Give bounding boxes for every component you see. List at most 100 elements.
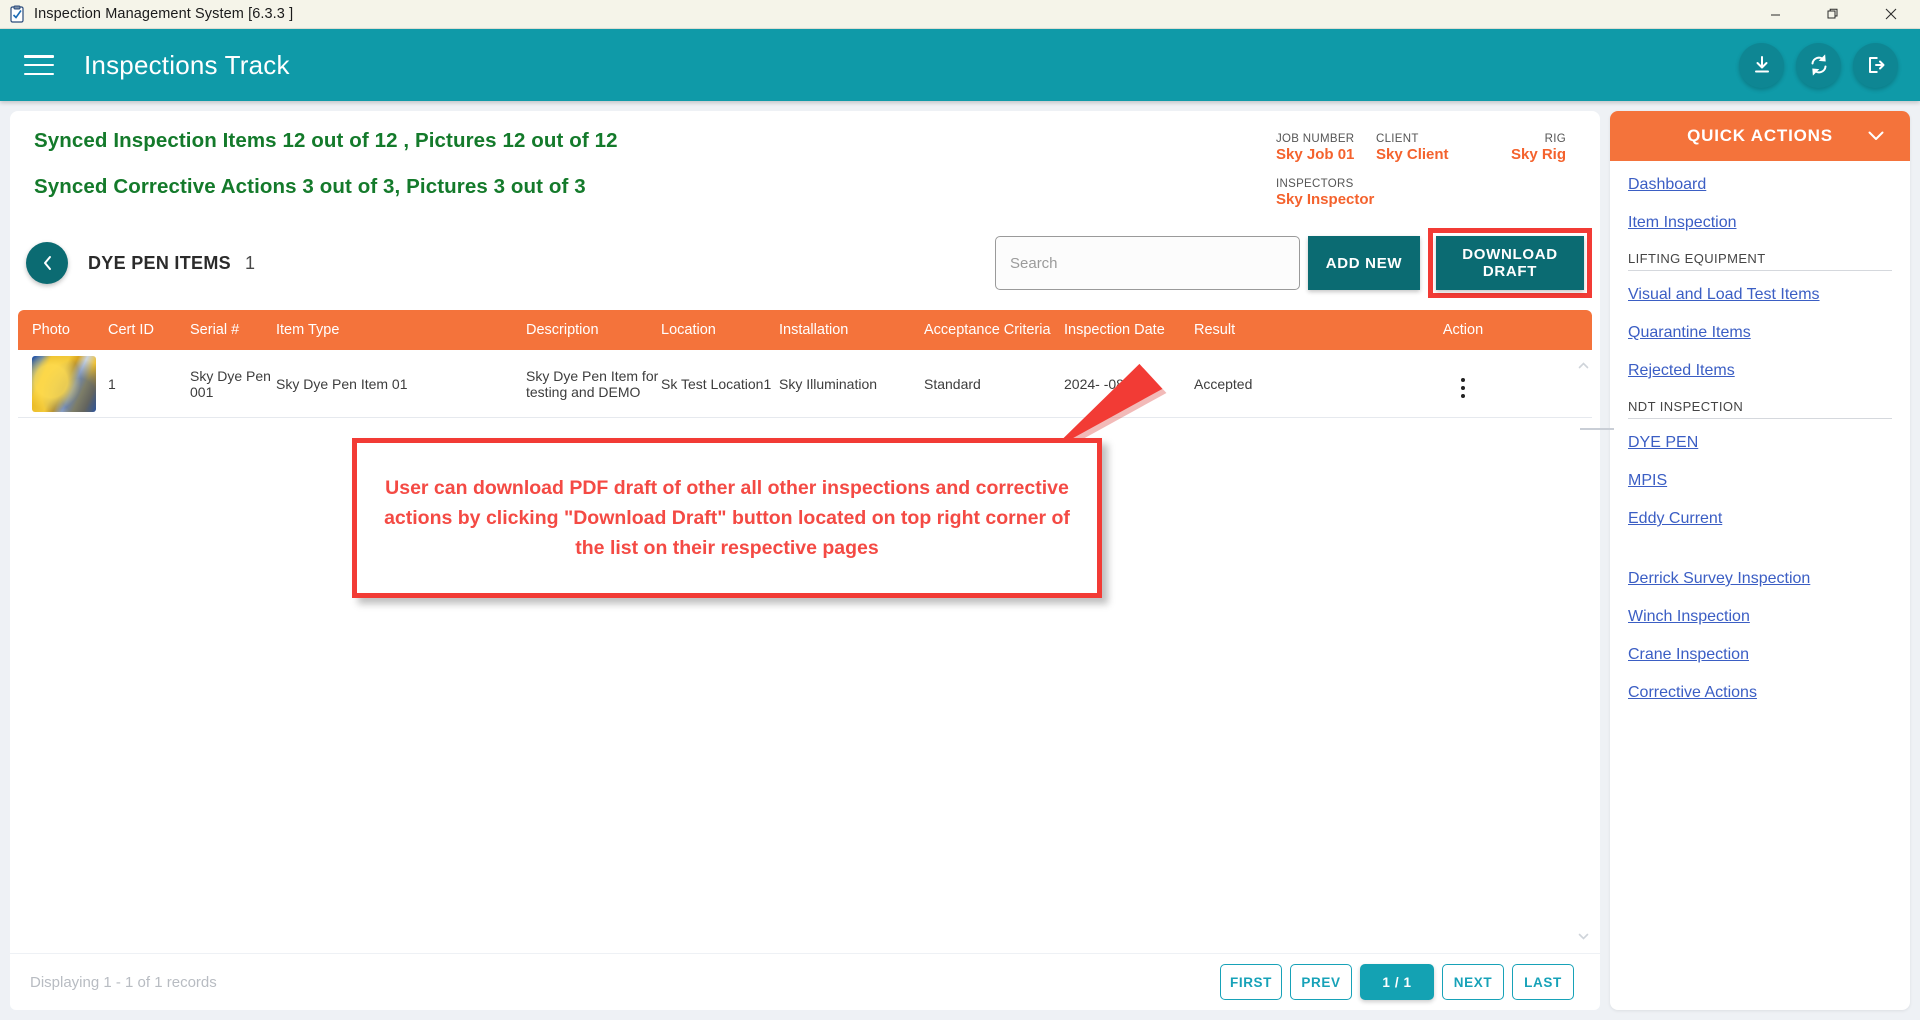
annotation-callout: User can download PDF draft of other all… [352,438,1102,598]
client-cell: CLIENT Sky Client [1376,133,1468,163]
table-row[interactable]: 1 Sky Dye Pen 001 Sky Dye Pen Item 01 Sk… [18,350,1592,418]
table-header-row: Photo Cert ID Serial # Item Type Descrip… [18,310,1592,350]
scroll-up-arrow[interactable] [1572,354,1594,376]
job-number-value: Sky Job 01 [1276,146,1355,163]
list-count: 1 [244,252,255,273]
sidebar-item-mpis[interactable]: MPIS [1628,471,1892,491]
sidebar-item-rejected-items[interactable]: Rejected Items [1628,361,1892,381]
row-serial: Sky Dye Pen 001 [190,367,271,400]
pagination-current-page[interactable]: 1 / 1 [1360,964,1434,1000]
search-input[interactable] [995,236,1300,290]
kebab-menu-icon[interactable] [1460,377,1466,398]
list-heading: DYE PEN ITEMS [88,252,231,273]
add-new-button[interactable]: ADD NEW [1308,236,1420,290]
hamburger-menu-icon[interactable] [22,52,56,78]
quick-actions-header[interactable]: QUICK ACTIONS [1610,111,1910,161]
row-acceptance-criteria: Standard [924,375,981,392]
rig-cell: RIG Sky Rig [1468,133,1566,163]
download-icon[interactable] [1739,42,1784,88]
inspectors-value: Sky Inspector [1276,191,1375,208]
pagination-last[interactable]: LAST [1512,964,1574,1000]
pagination-prev[interactable]: PREV [1290,964,1352,1000]
quick-actions-list: Dashboard Item Inspection LIFTING EQUIPM… [1610,161,1910,735]
column-header-acceptance-criteria: Acceptance Criteria [924,322,1051,338]
item-thumbnail[interactable] [32,355,96,412]
maximize-button[interactable] [1804,0,1862,29]
row-cert-id: 1 [108,375,116,392]
sidebar-item-dye-pen[interactable]: DYE PEN [1628,433,1892,453]
sync-icon[interactable] [1796,42,1841,88]
download-draft-button[interactable]: DOWNLOAD DRAFT [1436,236,1584,290]
scrollbar-track[interactable] [1580,428,1614,430]
client-label: CLIENT [1376,133,1419,145]
sync-inspection-items-text: Synced Inspection Items 12 out of 12 , P… [34,129,618,152]
pagination-next[interactable]: NEXT [1442,964,1504,1000]
sidebar-item-derrick-survey-inspection[interactable]: Derrick Survey Inspection [1628,569,1892,589]
logout-icon[interactable] [1853,42,1898,88]
section-ndt-inspection: NDT INSPECTION [1628,399,1892,419]
header-actions [1739,42,1898,88]
row-description: Sky Dye Pen Item for testing and DEMO [526,367,659,400]
items-table: Photo Cert ID Serial # Item Type Descrip… [10,310,1614,953]
client-value: Sky Client [1376,146,1449,163]
column-header-result: Result [1194,322,1236,338]
column-header-item-type: Item Type [276,322,340,338]
sidebar-item-dashboard[interactable]: Dashboard [1628,175,1892,195]
column-header-action: Action [1442,322,1484,338]
pagination-first[interactable]: FIRST [1220,964,1282,1000]
sidebar-item-item-inspection[interactable]: Item Inspection [1628,213,1892,233]
sidebar-item-quarantine-items[interactable]: Quarantine Items [1628,323,1892,343]
minimize-button[interactable] [1746,0,1804,29]
page-title: Inspections Track [84,49,290,80]
rig-value: Sky Rig [1510,146,1566,163]
sync-messages: Synced Inspection Items 12 out of 12 , P… [34,129,1276,205]
close-button[interactable] [1862,0,1920,29]
sync-corrective-actions-text: Synced Corrective Actions 3 out of 3, Pi… [34,175,586,198]
sidebar-item-visual-and-load-test-items[interactable]: Visual and Load Test Items [1628,285,1892,305]
sidebar-item-winch-inspection[interactable]: Winch Inspection [1628,607,1892,627]
row-item-type: Sky Dye Pen Item 01 [276,375,408,392]
quick-actions-title: QUICK ACTIONS [1687,126,1833,145]
column-header-installation: Installation [779,322,849,338]
row-installation: Sky Illumination [779,375,878,392]
clipboard-check-icon [8,5,26,23]
app-header: Inspections Track [0,29,1920,101]
pagination: FIRST PREV 1 / 1 NEXT LAST [1220,964,1580,1000]
page-body: Synced Inspection Items 12 out of 12 , P… [0,101,1920,1020]
column-header-cert-id: Cert ID [108,322,154,338]
window-title-bar: Inspection Management System [6.3.3 ] [0,0,1920,29]
main-column: Synced Inspection Items 12 out of 12 , P… [10,111,1614,1010]
table-scrollbar[interactable] [1572,354,1614,947]
column-header-photo: Photo [32,322,70,338]
list-toolbar: DYE PEN ITEMS 1 ADD NEW DOWNLOAD DRAFT [10,222,1600,310]
row-location: Sk Test Location1 [661,375,772,392]
job-number-cell: JOB NUMBER Sky Job 01 [1276,133,1376,163]
row-result: Accepted [1194,375,1253,392]
sidebar-item-corrective-actions[interactable]: Corrective Actions [1628,683,1892,703]
inspectors-cell: INSPECTORS Sky Inspector [1276,178,1376,208]
column-header-description: Description [526,322,599,338]
window-title: Inspection Management System [6.3.3 ] [34,6,294,22]
scroll-down-arrow[interactable] [1572,925,1594,947]
job-info-row-1: JOB NUMBER Sky Job 01 CLIENT Sky Client … [1276,133,1576,163]
records-count-text: Displaying 1 - 1 of 1 records [30,973,217,991]
column-header-inspection-date: Inspection Date [1064,322,1165,338]
row-photo-cell [18,355,108,412]
job-info-panel: JOB NUMBER Sky Job 01 CLIENT Sky Client … [1276,129,1576,208]
window-controls [1746,0,1920,29]
inspectors-label: INSPECTORS [1276,178,1354,190]
sidebar-item-crane-inspection[interactable]: Crane Inspection [1628,645,1892,665]
row-action-cell [1334,369,1592,398]
table-footer: Displaying 1 - 1 of 1 records FIRST PREV… [10,954,1600,1010]
toolbar-actions: ADD NEW DOWNLOAD DRAFT [995,228,1592,298]
column-header-location: Location [661,322,716,338]
column-header-serial: Serial # [190,322,240,338]
sidebar-item-eddy-current[interactable]: Eddy Current [1628,509,1892,529]
back-button[interactable] [26,242,68,284]
row-inspection-date: 2024- -08 [1064,375,1124,392]
job-number-label: JOB NUMBER [1276,133,1355,145]
chevron-down-icon[interactable] [1868,128,1884,145]
rig-label: RIG [1544,133,1566,145]
quick-actions-panel: QUICK ACTIONS Dashboard Item Inspection … [1610,111,1910,1010]
